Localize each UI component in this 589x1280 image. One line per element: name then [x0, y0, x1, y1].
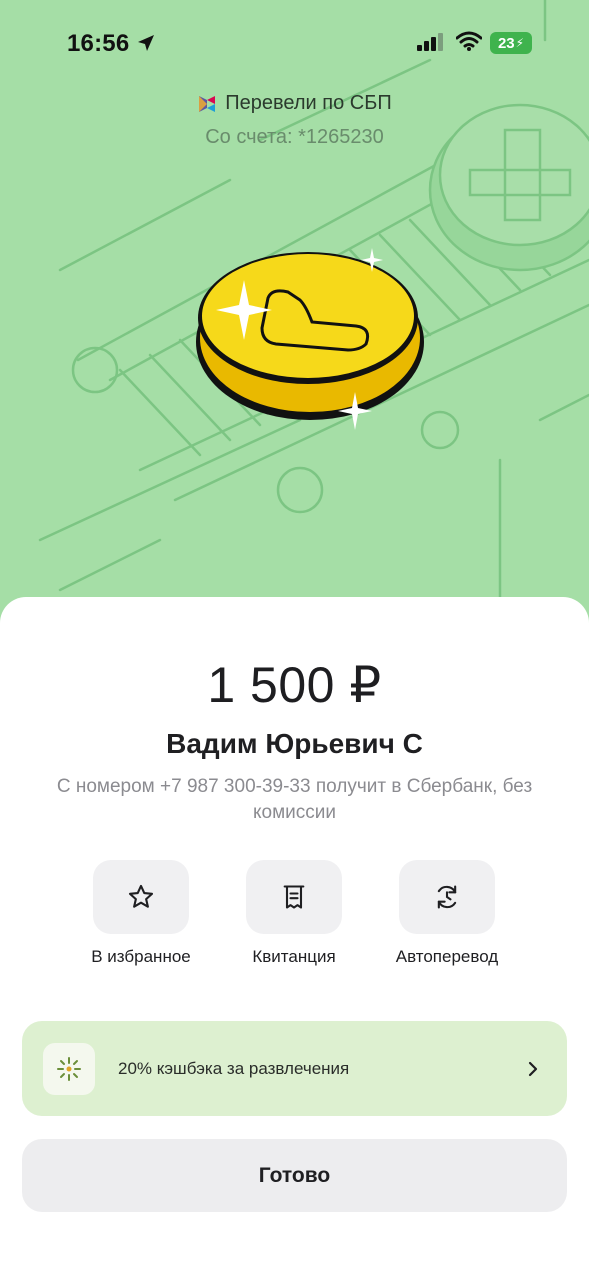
transfer-status-text: Перевели по СБП: [225, 92, 392, 114]
fireworks-icon: [57, 1056, 81, 1081]
fireworks-icon-box: [43, 1042, 95, 1095]
battery-level: 23: [497, 34, 515, 52]
receipt-label: Квитанция: [252, 947, 336, 966]
charging-bolt-icon: ⚡: [515, 36, 525, 50]
battery-indicator: 23 ⚡: [490, 32, 532, 54]
chevron-right-icon: [528, 1061, 538, 1076]
star-icon: [128, 884, 154, 908]
location-arrow-icon: [138, 35, 154, 51]
transfer-status: Перевели по СБП: [0, 92, 589, 115]
auto-transfer-button[interactable]: [399, 860, 495, 934]
status-time: 16:56: [67, 30, 130, 57]
transfer-description: С номером +7 987 300-39-33 получит в Сбе…: [56, 776, 533, 823]
source-account: Со счета: *1265230: [205, 126, 384, 148]
add-to-favorites-label: В избранное: [91, 947, 191, 966]
hero-illustration: 16:56 23 ⚡ Перевели по СБП Со счета: *126…: [0, 0, 589, 630]
recipient-name: Вадим Юрьевич С: [166, 728, 423, 759]
status-bar: 16:56 23 ⚡: [0, 0, 589, 88]
done-button[interactable]: Готово: [22, 1139, 567, 1212]
cellular-signal-icon: [417, 33, 443, 51]
receipt-button[interactable]: [246, 860, 342, 934]
cashback-promo-banner[interactable]: 20% кэшбэка за развлечения: [22, 1021, 567, 1116]
auto-transfer-icon: [437, 885, 457, 909]
auto-transfer-action[interactable]: Автоперевод: [372, 860, 522, 967]
receipt-action[interactable]: Квитанция: [219, 860, 369, 967]
add-to-favorites-button[interactable]: [93, 860, 189, 934]
sbp-logo-icon: [199, 95, 216, 112]
add-to-favorites-action[interactable]: В избранное: [66, 860, 216, 967]
transfer-amount: 1 500 ₽: [207, 657, 382, 713]
receipt-icon: [283, 885, 305, 909]
auto-transfer-label: Автоперевод: [395, 947, 499, 966]
wifi-icon: [456, 31, 482, 51]
promo-text: 20% кэшбэка за развлечения: [118, 1058, 350, 1078]
